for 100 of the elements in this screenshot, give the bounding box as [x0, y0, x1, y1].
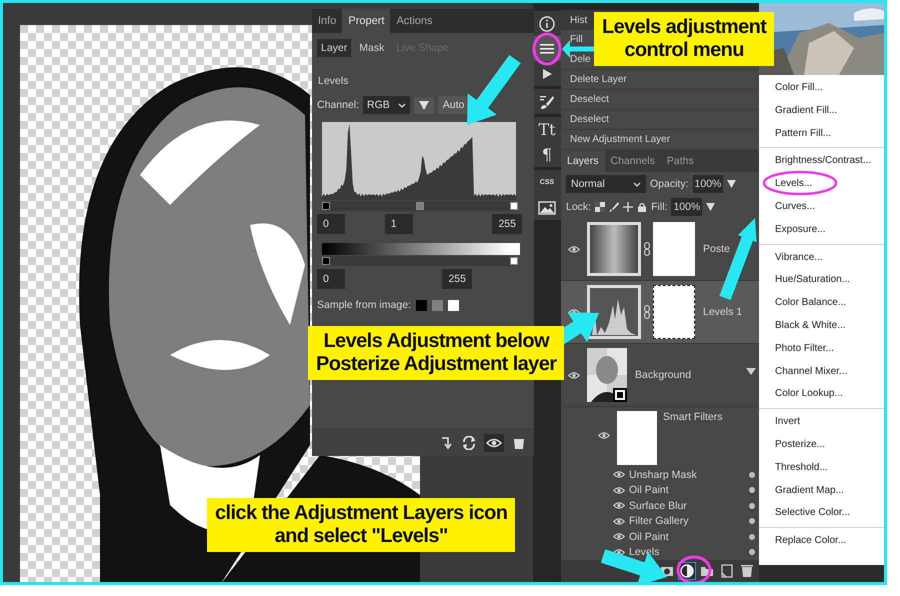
eye-icon[interactable]	[613, 501, 625, 510]
options-icon[interactable]	[749, 549, 755, 556]
menu-item[interactable]: Vibrance...	[759, 246, 884, 270]
history-item[interactable]: Fill	[570, 34, 583, 45]
menu-item[interactable]: Invert	[759, 411, 884, 434]
eye-icon[interactable]	[598, 431, 610, 440]
trash-icon[interactable]	[739, 563, 755, 579]
channel-select[interactable]: RGB	[363, 96, 410, 114]
eye-icon[interactable]	[613, 470, 625, 480]
slider-handle[interactable]	[510, 257, 518, 265]
menu-item[interactable]: Color Fill...	[759, 77, 884, 100]
eyedropper-swatch[interactable]	[432, 300, 443, 310]
caret-icon	[398, 102, 406, 108]
options-icon[interactable]	[749, 534, 755, 540]
callout-label: Levels adjustment control menu	[594, 12, 774, 66]
checker-icon[interactable]	[595, 202, 606, 212]
panel-tab[interactable]: Layers	[561, 150, 605, 172]
sub-tab[interactable]: Layer	[317, 39, 352, 57]
triangle-icon[interactable]	[727, 180, 736, 188]
menu-item[interactable]: Curves...	[759, 196, 884, 219]
menu-item[interactable]: Brightness/Contrast...	[759, 150, 884, 174]
tool-button[interactable]: ¶	[533, 142, 561, 167]
input-field[interactable]: 0	[317, 269, 345, 289]
brush-icon[interactable]	[609, 202, 620, 212]
menu-item[interactable]: Hue/Saturation...	[759, 269, 884, 292]
panel-tab[interactable]: Hist	[561, 14, 588, 26]
slider-handle[interactable]	[322, 202, 330, 210]
link-icon[interactable]	[644, 242, 650, 256]
panel-tab[interactable]: Info	[312, 9, 342, 33]
history-item[interactable]: Dele	[570, 54, 591, 65]
menu-item[interactable]: Photo Filter...	[759, 338, 884, 361]
triangle-icon[interactable]	[706, 203, 716, 211]
fill-field[interactable]: 100%	[671, 198, 702, 216]
link-icon[interactable]	[644, 305, 650, 319]
menu-item[interactable]: Gradient Fill...	[759, 100, 884, 123]
panel-tab[interactable]: Propert	[342, 9, 390, 33]
eye-icon[interactable]	[613, 516, 625, 526]
menu-item[interactable]: Color Lookup...	[759, 383, 884, 406]
slider-handle[interactable]	[510, 202, 518, 210]
sub-tab[interactable]: Mask	[355, 39, 388, 57]
menu-item[interactable]: Posterize...	[759, 434, 884, 457]
filter-name[interactable]: Unsharp Mask	[629, 468, 749, 481]
menu-item[interactable]: Exposure...	[759, 218, 884, 242]
reset-icon[interactable]	[460, 434, 478, 452]
panel-tab[interactable]: Channels	[604, 150, 661, 172]
input-field[interactable]: 255	[492, 214, 522, 234]
filter-name[interactable]: Levels	[629, 546, 749, 558]
sample-label: Sample from image:	[317, 299, 411, 311]
eyedropper-swatch[interactable]	[448, 300, 459, 310]
slider-handle[interactable]	[322, 257, 330, 265]
menu-item[interactable]: Color Balance...	[759, 292, 884, 315]
filter-name[interactable]: Oil Paint	[629, 484, 749, 496]
menu-item[interactable]: Threshold...	[759, 456, 884, 480]
auto-button[interactable]: Auto	[438, 96, 470, 114]
history-item[interactable]: New Adjustment Layer	[570, 134, 670, 145]
lock-icon[interactable]	[637, 202, 648, 212]
filter-name[interactable]: Filter Gallery	[629, 515, 749, 528]
filter-name[interactable]: Oil Paint	[629, 530, 749, 543]
menu-item[interactable]: Replace Color...	[759, 530, 884, 553]
options-icon[interactable]	[749, 502, 755, 509]
input-field[interactable]: 0	[317, 214, 345, 234]
menu-item[interactable]: Pattern Fill...	[759, 122, 884, 146]
channel-label: Channel:	[317, 99, 360, 111]
menu-item[interactable]: Selective Color...	[759, 502, 884, 526]
layer-name: Poste	[703, 243, 730, 255]
slider-handle[interactable]	[416, 202, 424, 210]
menu-item[interactable]: Channel Mixer...	[759, 360, 884, 384]
menu-item[interactable]: Levels...	[759, 173, 884, 196]
mask-thumbnail	[653, 222, 695, 276]
eye-icon[interactable]	[568, 244, 580, 254]
smart-filters-label: Smart Filters	[663, 411, 723, 423]
options-icon[interactable]	[749, 518, 755, 524]
history-item[interactable]: Deselect	[570, 94, 609, 105]
eye-icon[interactable]	[613, 486, 625, 495]
history-item[interactable]: Deselect	[570, 114, 609, 125]
history-item[interactable]: Delete Layer	[570, 74, 627, 85]
panel-tab[interactable]: Paths	[660, 150, 700, 172]
menu-item[interactable]: Black & White...	[759, 314, 884, 338]
opacity-field[interactable]: 100%	[692, 175, 724, 193]
panel-tab[interactable]: Actions	[390, 9, 439, 33]
eye-icon[interactable]	[568, 370, 580, 380]
caret-icon[interactable]	[746, 368, 756, 375]
input-field[interactable]: 255	[442, 269, 472, 289]
tool-button[interactable]: Tt	[533, 117, 561, 142]
options-icon[interactable]	[749, 472, 755, 478]
menu-item[interactable]: Gradient Map...	[759, 480, 884, 502]
fill-label: Fill:	[651, 201, 668, 213]
options-icon[interactable]	[749, 487, 755, 494]
presets-button[interactable]	[414, 96, 434, 114]
input-field[interactable]: 1	[384, 214, 413, 234]
opacity-label: Opacity:	[650, 178, 689, 190]
move-icon[interactable]	[623, 202, 634, 212]
layer-row[interactable]: Background	[561, 344, 759, 407]
filter-name[interactable]: Surface Blur	[629, 500, 749, 512]
eye-icon[interactable]	[484, 434, 504, 452]
eye-icon[interactable]	[613, 532, 625, 542]
layer-row[interactable]: Levels 1	[561, 281, 759, 344]
blend-mode-select[interactable]: Normal	[566, 175, 646, 193]
eyedropper-swatch[interactable]	[416, 300, 427, 310]
new-layer-icon[interactable]	[719, 563, 735, 579]
